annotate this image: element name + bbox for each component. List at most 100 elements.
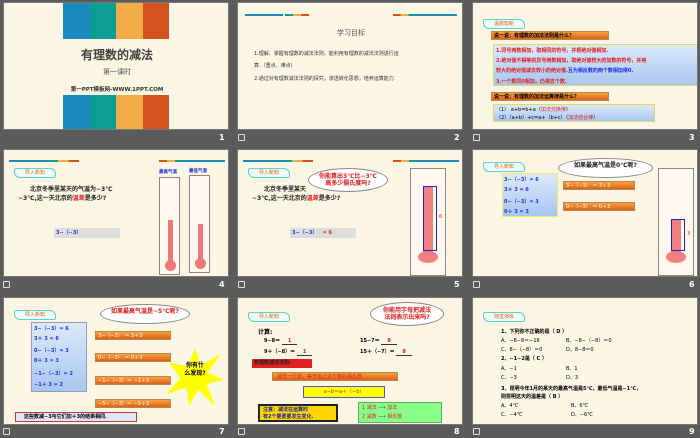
thermometer-max bbox=[159, 177, 180, 275]
thermometer-label: 最高气温 bbox=[159, 170, 177, 175]
slide-thumbnail-6[interactable]: 导入新知 3−（−3）= 6 3＋ 3 = 6 0−（−3）= 3 0＋ 3 =… bbox=[472, 149, 698, 277]
section-tag: 温故知新 bbox=[483, 19, 525, 29]
question-banner: 说一说：有理数的加法运算律是什么？ bbox=[491, 92, 609, 101]
text-line: 1.理解、掌握有理数的减法法则，能利用有理数的减法法则进行运 bbox=[254, 51, 399, 57]
exercise: 15−7＝ 8 bbox=[360, 337, 397, 345]
option: D、−6℃ bbox=[571, 412, 593, 418]
equation: 0＋ 3 = 3 bbox=[504, 209, 529, 215]
thought-cloud: 如果最高气温是−5℃呢? bbox=[100, 304, 190, 324]
color-stripes-bottom bbox=[63, 95, 169, 129]
equation-banner: −1−（−3）＝ −1＋3 bbox=[95, 376, 171, 385]
slide-title: 有理数的减法 bbox=[80, 48, 153, 62]
decor-line bbox=[393, 160, 459, 162]
animation-icon bbox=[473, 428, 480, 435]
section-tag: 导入新知 bbox=[14, 310, 56, 320]
decor-line bbox=[245, 14, 283, 16]
change-box: 1 减法 ⟶ 加法 2 减数 ⟶ 相反数 bbox=[358, 402, 442, 423]
rule-line: 1.同号两数相加，取相同的符号，并把绝对值相加. bbox=[496, 48, 609, 54]
equation-banner: 0−（−3） ＝ 0＋3 bbox=[95, 353, 171, 362]
rule-line: 较大的绝对值减去较小的绝对值.互为相反数的两个数相加得0. bbox=[496, 68, 634, 74]
animation-icon bbox=[3, 428, 10, 435]
animation-icon bbox=[238, 281, 245, 288]
animation-icon bbox=[3, 281, 10, 288]
option: D、8−8＝0 bbox=[566, 347, 594, 353]
decor-line bbox=[159, 160, 225, 162]
slide-thumbnail-3[interactable]: 温故知新 说一说：有理数的加法法则是什么？ 1.同号两数相加，取相同的符号，并把… bbox=[472, 2, 698, 130]
option: D、3 bbox=[566, 375, 579, 381]
arrow-right-icon: ⟶ bbox=[378, 414, 386, 420]
slide-number: 1 bbox=[219, 133, 225, 142]
slide-thumbnail-1[interactable]: 有理数的减法 第一课时 第一PPT模板网-WWW.1PPT.COM bbox=[3, 2, 229, 130]
equation: −1＋ 3 = 2 bbox=[34, 382, 64, 388]
slide-number: 9 bbox=[689, 427, 695, 436]
slide-number: 8 bbox=[454, 427, 460, 436]
animation-icon bbox=[238, 428, 245, 435]
thermometer: 3 bbox=[658, 168, 694, 276]
rule-line: 3.一个数同0相加，仍得这个数. bbox=[496, 79, 567, 85]
decor-line bbox=[285, 14, 309, 16]
difference-label: 3 bbox=[687, 231, 691, 237]
option: C、−4℃ bbox=[501, 412, 523, 418]
exercise: 9＋（−8）＝ 1 bbox=[264, 348, 313, 356]
exercise: 15＋（−7）＝ 8 bbox=[360, 348, 412, 356]
exercise: 9−8＝ 1 bbox=[264, 337, 298, 345]
calc-label: 计算: bbox=[258, 329, 273, 336]
slide-thumbnail-5[interactable]: 导入新知 北京冬季里某天 ~3℃,这一天北京的温差是多少? 你能算出3℃比−3℃… bbox=[237, 149, 463, 277]
summary-box: 这些数减−3与它们加＋3的结果相同. bbox=[15, 412, 137, 422]
problem-text: ~3℃,这一天北京的温差是多少? bbox=[18, 195, 107, 202]
thought-cloud: 如果最高气温是0℃呢? bbox=[558, 158, 653, 178]
decor-line bbox=[243, 160, 313, 162]
thermometer-min bbox=[189, 175, 210, 273]
option: C、8−（−8）＝0 bbox=[501, 347, 543, 353]
equation: 3＋ 3 = 6 bbox=[504, 187, 529, 193]
animation-icon bbox=[238, 134, 245, 141]
equation-banner: 0−（−3） ＝ 0＋3 bbox=[563, 202, 635, 211]
arrow-right-icon: ⟶ bbox=[378, 405, 386, 411]
equation: 0−（−3）= 3 bbox=[34, 348, 69, 354]
section-tag: 导入新知 bbox=[248, 168, 290, 178]
equation: 3−（−3）= 6 bbox=[34, 326, 69, 332]
equation-banner: 3−（−3） ＝ 3＋3 bbox=[95, 331, 171, 340]
equation-banner: 3−（−3） ＝ 3＋3 bbox=[563, 181, 635, 190]
slide-number: 4 bbox=[219, 280, 225, 289]
slide-thumbnail-9[interactable]: 随堂演练 1、下列你不正确的是（ D ） A、−8−8＝−16 B、−8−（−8… bbox=[472, 297, 698, 425]
slide-thumbnail-7[interactable]: 导入新知 3−（−3）= 6 3＋ 3 = 6 0−（−3）= 3 0＋ 3 =… bbox=[3, 297, 229, 425]
section-tag: 导入新知 bbox=[14, 168, 56, 178]
problem-text: 北京冬季里某天 bbox=[264, 186, 307, 193]
slide-number: 2 bbox=[454, 133, 460, 142]
question: 1、下列你不正确的是（ D ） bbox=[501, 329, 568, 335]
animation-icon bbox=[473, 134, 480, 141]
option: B、1 bbox=[566, 366, 578, 372]
difference-label: 6 bbox=[439, 214, 443, 220]
question-banner: 说一说：有理数的加法法则是什么？ bbox=[491, 31, 609, 40]
option: C、−3 bbox=[501, 375, 517, 381]
slide-thumbnail-4[interactable]: 导入新知 北京冬季里某天的气温为−3℃ ~3℃,这一天北京的温差是多少? 3−（… bbox=[3, 149, 229, 277]
section-tag: 导入新知 bbox=[483, 162, 525, 172]
slide-thumbnail-2[interactable]: 学习目标 1.理解、掌握有理数的减法法则，能利用有理数的减法法则进行运 算.（重… bbox=[237, 2, 463, 130]
formula-box: a−b＝a＋（−b） bbox=[303, 386, 385, 398]
slide-subtitle: 第一课时 bbox=[103, 68, 131, 76]
expression-box: 3−（−3） = 6 bbox=[290, 228, 356, 238]
problem-text: 北京冬季里某天的气温为−3℃ bbox=[30, 186, 113, 193]
animation-icon bbox=[473, 281, 480, 288]
section-tag: 导入新知 bbox=[248, 312, 290, 322]
equation: 3＋ 3 = 6 bbox=[34, 336, 59, 342]
option: A、−8−8＝−16 bbox=[501, 338, 540, 344]
note-box: 注意：减法在运算时 有2个要素要发生变化. bbox=[258, 404, 338, 422]
equation: 0＋ 3 = 3 bbox=[34, 358, 59, 364]
option: A、−1 bbox=[501, 366, 517, 372]
slide-number: 5 bbox=[454, 280, 460, 289]
decor-line bbox=[9, 160, 79, 162]
section-tag: 随堂演练 bbox=[483, 312, 525, 322]
question: 3、昆明今年1月的某天的最高气温是5℃，最低气温是−1℃， bbox=[501, 386, 642, 392]
expression-box: 3−（−3） bbox=[54, 228, 120, 238]
thought-cloud: 你能用字母把减法法则表示出来吗? bbox=[370, 302, 444, 326]
slide-number: 3 bbox=[689, 133, 695, 142]
site-label: 第一PPT模板网-WWW.1PPT.COM bbox=[70, 87, 164, 93]
equation: −1−（−3）= 2 bbox=[34, 371, 73, 377]
text-line: 2.通过对有理数减法法则的探究，渗透转化思想，培养运算能力. bbox=[254, 76, 396, 82]
slide-number: 6 bbox=[689, 280, 695, 289]
slide-thumbnail-8[interactable]: 导入新知 你能用字母把减法法则表示出来吗? 计算: 9−8＝ 1 9＋（−8）＝… bbox=[237, 297, 463, 425]
slide-number: 7 bbox=[219, 427, 225, 436]
thought-cloud: 你能算出3℃比−3℃高多少摄氏度吗? bbox=[308, 168, 388, 192]
